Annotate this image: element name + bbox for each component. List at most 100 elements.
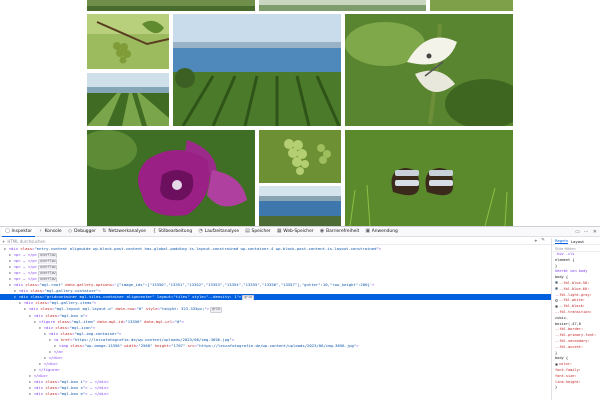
color-swatch-icon[interactable] xyxy=(555,304,558,308)
devtools-tab-web-speicher[interactable]: ▦ Web-Speicher xyxy=(274,227,317,237)
attr-name: height xyxy=(154,342,169,348)
tag-text: <div xyxy=(33,312,46,318)
tag-text: > … </div> xyxy=(85,379,109,385)
attr-name: class xyxy=(30,294,43,300)
node-badge[interactable]: grid xyxy=(210,307,222,313)
tag-text: <div xyxy=(48,330,61,336)
css-text: } xyxy=(555,385,558,390)
tag-text: <a xyxy=(53,336,61,342)
storage-icon: ▦ xyxy=(276,228,282,234)
tag-text: > xyxy=(85,312,88,318)
css-property: --fbl-black: xyxy=(559,304,585,309)
tag-text: <div xyxy=(33,379,46,385)
tag-text: … xyxy=(20,264,28,270)
color-swatch-icon[interactable] xyxy=(555,281,558,285)
attr-name: width xyxy=(124,342,137,348)
devtools-tab-label: Anwendung xyxy=(371,229,398,234)
devtools-tab-inspektor[interactable]: ▢ Inspektor xyxy=(2,226,36,237)
dock-side-icon[interactable]: ▭ xyxy=(575,229,580,235)
gallery-photo-vineyard-rows[interactable] xyxy=(87,73,169,126)
devtools-tab-laufzeitanalyse[interactable]: ◔ Laufzeitanalyse xyxy=(195,227,242,237)
markup-node[interactable]: ▸ <div class="mgl-box e"> … </div> xyxy=(0,391,551,397)
attr-name: class xyxy=(45,312,58,318)
attr-value: "height: 323.333px;" xyxy=(159,306,207,312)
gallery-photo-top-right[interactable] xyxy=(430,0,513,11)
accessibility-icon: ◉ xyxy=(319,228,325,234)
css-text: element { xyxy=(555,257,575,262)
devtools-tab-speicher[interactable]: ▤ Speicher xyxy=(242,227,274,237)
color-swatch-icon[interactable] xyxy=(555,362,558,366)
gallery-photo-lake-shore[interactable] xyxy=(259,186,341,226)
tag-text: <p> xyxy=(13,264,21,270)
attr-value: "1707" xyxy=(171,342,186,348)
css-text: Geerbt von body xyxy=(555,269,588,274)
tag-text: <div xyxy=(13,282,26,288)
gallery-photo-vineyard-lake[interactable] xyxy=(173,14,341,126)
css-rule-line: } xyxy=(553,385,600,391)
attr-name: data-mgl-url xyxy=(144,318,173,324)
markup-search-input[interactable]: HTML durchsuchen xyxy=(7,239,45,244)
close-icon[interactable]: ✕ xyxy=(593,229,597,235)
devtools-tab-barrierefreiheit[interactable]: ◉ Barrierefreiheit xyxy=(317,227,363,237)
devtools-tab-label: Konsole xyxy=(44,229,62,234)
tag-text: <div xyxy=(43,324,56,330)
css-property: --fbl-blue-60: xyxy=(559,286,590,291)
color-swatch-icon[interactable] xyxy=(555,287,558,291)
gallery-photo-sandals[interactable] xyxy=(345,130,513,226)
rules-filter-input[interactable]: Stile filtern xyxy=(553,245,600,252)
attr-name: data-gallery-options xyxy=(65,282,113,288)
new-rule-icon[interactable]: ✎ xyxy=(541,238,545,244)
photo-gallery xyxy=(0,0,600,226)
devtools-tab-netzwerkanalyse[interactable]: ⇅ Netzwerkanalyse xyxy=(99,227,149,237)
devtools-tab-anwendung[interactable]: ▣ Anwendung xyxy=(362,227,401,237)
debugger-icon: ◇ xyxy=(68,228,73,234)
style-editor-icon: { xyxy=(152,228,157,234)
attr-name: href xyxy=(60,336,71,342)
attr-name: src xyxy=(187,342,195,348)
css-property: --fbl-blue-50: xyxy=(559,280,590,285)
tag-text: <img xyxy=(58,342,71,348)
devtools-tab-konsole[interactable]: › Konsole xyxy=(35,227,65,237)
gallery-photo-grape-cluster[interactable] xyxy=(87,14,169,69)
attr-name: class xyxy=(40,306,53,312)
tag-text: <div xyxy=(18,294,31,300)
devtools-tab-stilbearbeitung[interactable]: {Stilbearbeitung xyxy=(149,227,195,237)
more-options-icon[interactable]: ⋯ xyxy=(584,229,589,235)
gallery-photo-mallow-flower[interactable] xyxy=(87,130,255,226)
attr-name: class xyxy=(30,288,43,294)
devtools-tab-label: Laufzeitanalyse xyxy=(204,229,240,234)
pick-element-icon[interactable]: ⌖ xyxy=(535,238,538,244)
console-icon: › xyxy=(39,228,42,234)
attr-name: class xyxy=(60,330,73,336)
performance-icon: ◔ xyxy=(198,228,203,234)
tag-text: <div xyxy=(23,300,36,306)
gallery-photo-top-left[interactable] xyxy=(87,0,255,11)
add-node-icon[interactable]: + xyxy=(2,239,5,244)
devtools-tab-label: Web-Speicher xyxy=(283,229,314,234)
color-swatch-icon[interactable] xyxy=(555,298,558,302)
gallery-photo-butterfly[interactable] xyxy=(345,14,513,126)
rules-list: .hov .cls element {} Geerbt von body body {… xyxy=(553,252,600,391)
css-property: --fbl-light-gray: xyxy=(555,292,592,297)
gallery-photo-top-middle[interactable] xyxy=(259,0,426,11)
attr-name: class xyxy=(55,324,68,330)
attr-name: data-row xyxy=(115,306,135,312)
rules-tab-regeln[interactable]: Regeln xyxy=(555,238,569,244)
css-text: bezier(.47,0 xyxy=(555,321,581,326)
devtools-tab-debugger[interactable]: ◇ Debugger xyxy=(65,227,99,237)
attr-value: "tiles" xyxy=(173,294,190,300)
tag-text: > xyxy=(93,300,97,306)
node-badge[interactable]: grid xyxy=(242,295,254,301)
rules-tab-layout[interactable]: Layout xyxy=(571,239,584,244)
tag-text: <p> xyxy=(13,258,21,264)
attr-value: "--density: 1" xyxy=(206,294,239,300)
css-property: --fbl-primary-font: xyxy=(555,333,597,338)
tag-text: </div> xyxy=(48,354,63,360)
tag-text: > xyxy=(356,342,359,348)
attr-value: "https://leicafotografie.de/wp-content/u… xyxy=(72,336,232,342)
gallery-photo-green-grapes[interactable] xyxy=(259,130,341,183)
rules-sidebar: Regeln Layout Stile filtern .hov .cls elem… xyxy=(553,238,600,400)
css-property: line-height: xyxy=(555,379,581,384)
attr-name: class xyxy=(25,282,38,288)
attr-value: "mgl-img-container" xyxy=(74,330,119,336)
